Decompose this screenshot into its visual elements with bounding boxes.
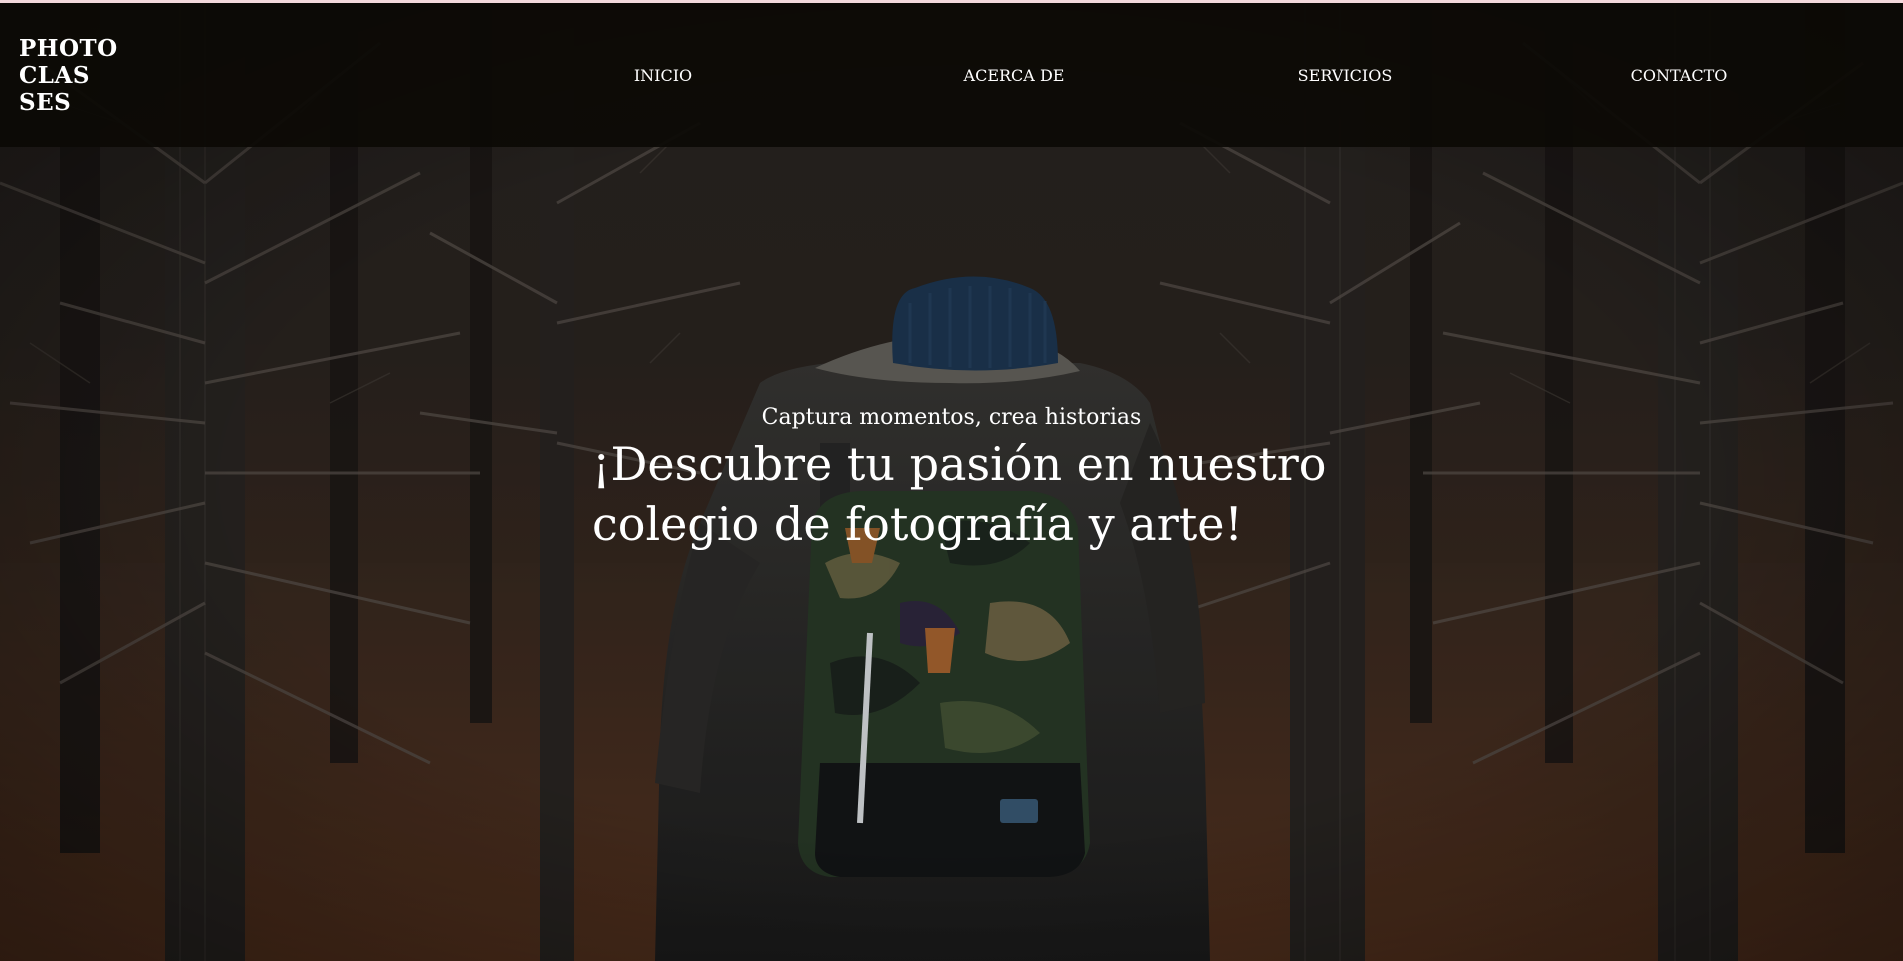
top-navigation-bar: PHOTO CLAS SES INICIO ACERCA DE SERVICIO… bbox=[0, 3, 1903, 147]
site-logo[interactable]: PHOTO CLAS SES bbox=[19, 35, 129, 116]
hero-title: ¡Descubre tu pasión en nuestro colegio d… bbox=[592, 437, 1327, 551]
nav-link-acerca-de[interactable]: ACERCA DE bbox=[924, 66, 1104, 86]
nav-link-contacto[interactable]: CONTACTO bbox=[1589, 66, 1769, 86]
nav-link-inicio[interactable]: INICIO bbox=[573, 66, 753, 86]
nav-link-servicios[interactable]: SERVICIOS bbox=[1255, 66, 1435, 86]
hero-subtitle: Captura momentos, crea historias bbox=[761, 405, 1142, 430]
